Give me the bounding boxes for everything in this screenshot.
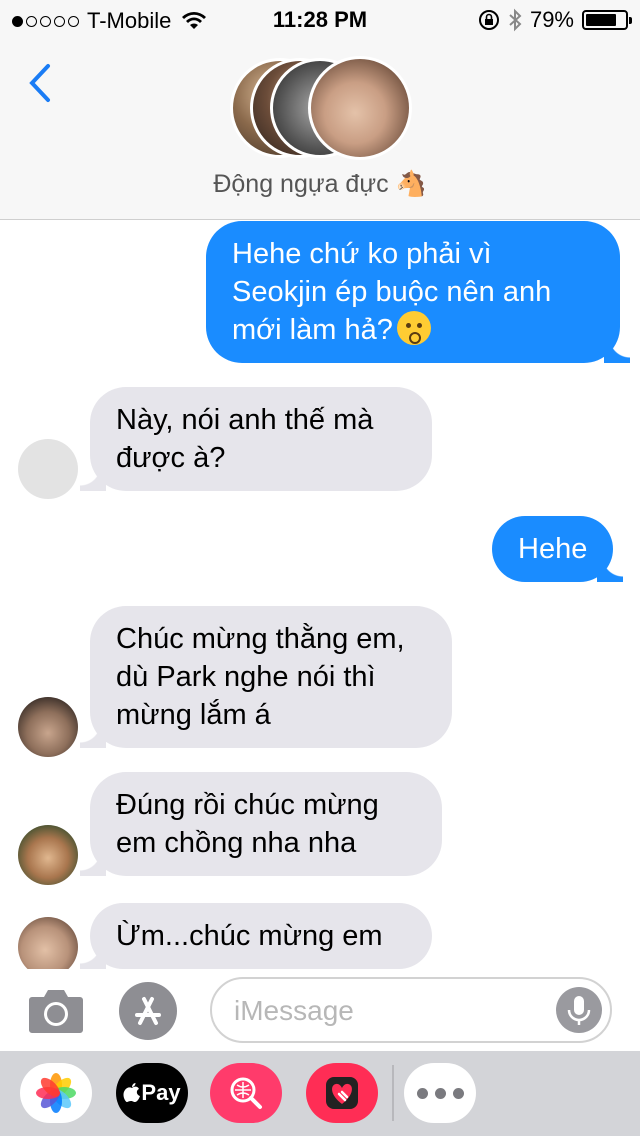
battery-percent: 79% [529,7,574,32]
chevron-left-icon [29,64,50,102]
avatar[interactable] [18,439,78,499]
incoming-message[interactable]: Ừm...chúc mừng em [80,903,432,969]
bluetooth-icon [509,8,522,32]
camera-icon [29,990,83,1033]
status-icons: 79% [478,7,632,33]
incoming-message[interactable]: Này, nói anh thế mà được à? [80,387,432,491]
outgoing-message[interactable]: Hehe chứ ko phải vì Seokjin ép buộc nên … [206,221,630,363]
outgoing-message[interactable]: Hehe [492,516,624,582]
message-text: Đúng rồi chúc mừng em chồng nha nha [116,789,379,859]
compose-bar [0,969,640,1051]
photos-app-button[interactable] [20,1063,92,1123]
conversation-header: Động ngựa đực 🐴 [0,40,640,220]
app-drawer: Pay [0,1051,640,1136]
message-text: Chúc mừng thằng em, dù Park nghe nói thì… [116,623,405,731]
incoming-message[interactable]: Chúc mừng thằng em, dù Park nghe nói thì… [80,606,452,748]
app-store-button[interactable] [118,981,178,1041]
group-avatar-stack[interactable] [230,56,412,160]
camera-button[interactable] [28,985,84,1035]
message-text: Hehe [518,533,588,565]
message-text: Hehe chứ ko phải vì Seokjin ép buộc nên … [232,238,552,346]
message-input[interactable] [234,995,554,1027]
message-input-wrapper[interactable] [210,977,612,1043]
contact-name[interactable]: Động ngựa đực 🐴 [0,170,640,199]
battery-icon [582,10,632,30]
rotation-lock-icon [478,10,499,30]
incoming-message[interactable]: Đúng rồi chúc mừng em chồng nha nha [80,772,442,876]
message-text: Này, nói anh thế mà được à? [116,404,374,474]
more-icon [416,1087,464,1099]
avatar [308,56,412,160]
battery-level [586,14,617,26]
avatar[interactable] [18,825,78,885]
kissing-face-icon [396,311,431,345]
drawer-divider [392,1065,394,1121]
apple-pay-button[interactable]: Pay [116,1063,188,1123]
status-bar: T-Mobile 11:28 PM 79% [0,0,640,40]
app-store-icon [119,982,177,1040]
photos-icon [36,1073,76,1113]
digital-touch-icon [326,1077,358,1109]
more-apps-button[interactable] [404,1063,476,1123]
back-button[interactable] [22,58,62,108]
message-text: Ừm...chúc mừng em [116,920,383,952]
image-search-button[interactable] [210,1063,282,1123]
avatar[interactable] [18,697,78,757]
avatar[interactable] [18,917,78,969]
microphone-button[interactable] [556,987,602,1033]
digital-touch-button[interactable] [306,1063,378,1123]
message-list[interactable]: Hehe chứ ko phải vì Seokjin ép buộc nên … [0,221,640,969]
apple-pay-icon [123,1083,141,1102]
apple-pay-label: Pay [141,1080,181,1105]
microphone-icon [567,996,591,1025]
search-images-icon [230,1077,262,1109]
